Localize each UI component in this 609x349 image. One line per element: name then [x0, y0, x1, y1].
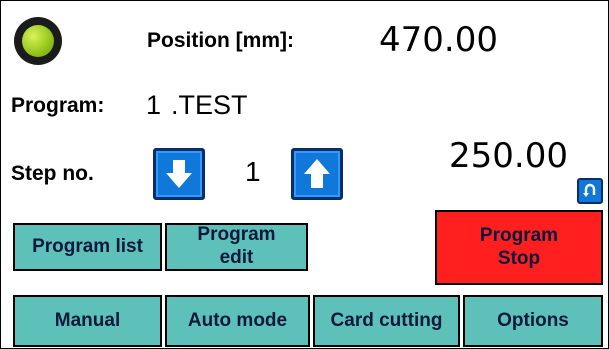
auto-mode-button[interactable]: Auto mode [165, 295, 310, 347]
manual-label: Manual [54, 309, 121, 331]
target-value: 250.00 [449, 136, 568, 176]
options-label: Options [497, 309, 569, 331]
manual-button[interactable]: Manual [13, 295, 162, 347]
program-list-button[interactable]: Program list [13, 223, 162, 271]
step-up-button[interactable] [291, 148, 343, 200]
return-icon [583, 183, 596, 197]
position-value: 470.00 [379, 20, 498, 60]
arrow-down-icon [166, 160, 192, 188]
step-label: Step no. [11, 162, 94, 185]
program-name: .TEST [171, 90, 248, 120]
program-edit-button[interactable]: Program edit [165, 223, 308, 271]
step-value: 1 [245, 156, 261, 187]
card-cutting-button[interactable]: Card cutting [313, 295, 460, 347]
card-cutting-label: Card cutting [330, 309, 443, 331]
main-panel: Position [mm]: 470.00 Program: 1 .TEST S… [0, 0, 609, 349]
options-button[interactable]: Options [463, 295, 603, 347]
program-stop-label-line2: Stop [497, 247, 541, 269]
position-label: Position [mm]: [147, 29, 294, 52]
program-number: 1 [146, 90, 162, 120]
arrow-up-icon [304, 159, 330, 188]
program-stop-label-line1: Program [479, 224, 559, 246]
auto-mode-label: Auto mode [187, 309, 288, 331]
program-edit-label-line2: edit [219, 247, 254, 268]
program-edit-label-line1: Program [197, 224, 276, 246]
program-list-label: Program list [32, 235, 143, 257]
reset-button[interactable] [577, 178, 603, 204]
program-stop-button[interactable]: Program Stop [435, 210, 603, 285]
program-label: Program: [11, 94, 105, 117]
step-down-button[interactable] [153, 148, 205, 200]
status-indicator-icon [14, 17, 62, 65]
